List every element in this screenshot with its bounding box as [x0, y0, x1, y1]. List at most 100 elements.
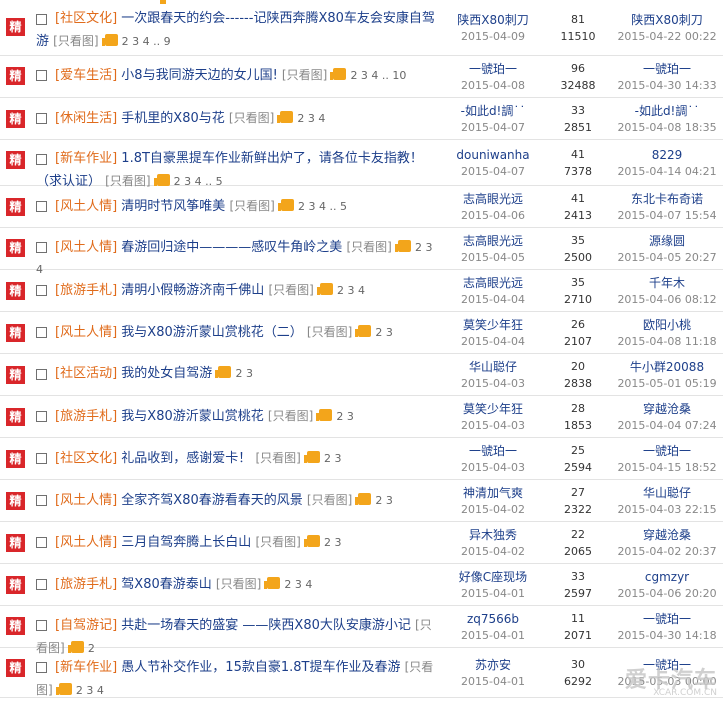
thread-row[interactable]: 精[社区文化] 一次跟春天的约会------记陕西奔腾X80车友会安康自驾游 [… — [0, 0, 723, 56]
only-images-link[interactable]: [只看图] — [53, 34, 98, 48]
only-images-link[interactable]: [只看图] — [268, 283, 313, 297]
last-reply-user-link[interactable]: 穿越沧桑 — [612, 401, 722, 417]
thread-row[interactable]: 精[旅游手札] 我与X80游沂蒙山赏桃花 [只看图] 2 3莫笑少年狂2015-… — [0, 396, 723, 438]
thread-category-link[interactable]: [风土人情] — [55, 493, 117, 508]
last-reply-user-link[interactable]: 欧阳小桃 — [612, 317, 722, 333]
last-reply-user-link[interactable]: 穿越沧桑 — [612, 527, 722, 543]
thread-category-link[interactable]: [旅游手札] — [55, 409, 117, 424]
author-link[interactable]: 苏亦安 — [440, 657, 546, 673]
only-images-link[interactable]: [只看图] — [255, 451, 300, 465]
author-link[interactable]: 志高眼光远 — [440, 275, 546, 291]
thread-category-link[interactable]: [风土人情] — [55, 325, 117, 340]
thread-category-link[interactable]: [社区文化] — [55, 451, 117, 466]
thread-category-link[interactable]: [休闲生活] — [55, 111, 117, 126]
thread-title-link[interactable]: 驾X80春游泰山 — [121, 577, 211, 592]
last-reply-user-link[interactable]: 陕西X80刺刀 — [612, 12, 722, 28]
author-link[interactable]: 异木独秀 — [440, 527, 546, 543]
only-images-link[interactable]: [只看图] — [229, 199, 274, 213]
only-images-link[interactable]: [只看图] — [255, 535, 300, 549]
last-reply-user-link[interactable]: 牛小群20088 — [612, 359, 722, 375]
author-link[interactable]: 陕西X80刺刀 — [440, 12, 546, 28]
thread-category-link[interactable]: [风土人情] — [55, 535, 117, 550]
author-link[interactable]: zq7566b — [440, 611, 546, 627]
thread-category-link[interactable]: [旅游手札] — [55, 577, 117, 592]
thread-row[interactable]: 精[爱车生活] 小8与我同游天边的女儿国! [只看图] 2 3 4 .. 10一… — [0, 56, 723, 98]
thread-row[interactable]: 精[旅游手札] 驾X80春游泰山 [只看图] 2 3 4好像C座现场2015-0… — [0, 564, 723, 606]
thread-row[interactable]: 精[风土人情] 三月自驾奔腾上长白山 [只看图] 2 3异木独秀2015-04-… — [0, 522, 723, 564]
page-links[interactable]: 2 3 4 .. 10 — [350, 69, 406, 82]
only-images-link[interactable]: [只看图] — [307, 325, 352, 339]
only-images-link[interactable]: [只看图] — [216, 577, 261, 591]
thread-row[interactable]: 精[风土人情] 春游回归途中————感叹牛角岭之美 [只看图] 2 3 4志高眼… — [0, 228, 723, 270]
thread-category-link[interactable]: [爱车生活] — [55, 68, 117, 83]
thread-title-link[interactable]: 清明时节风筝唯美 — [121, 199, 225, 214]
thread-category-link[interactable]: [自驾游记] — [55, 618, 117, 633]
thread-category-link[interactable]: [新车作业] — [55, 660, 117, 675]
thread-row[interactable]: 精[风土人情] 我与X80游沂蒙山赏桃花（二） [只看图] 2 3莫笑少年狂20… — [0, 312, 723, 354]
last-reply-user-link[interactable]: 8229 — [612, 147, 722, 163]
thread-category-link[interactable]: [旅游手札] — [55, 283, 117, 298]
page-links[interactable]: 2 3 — [324, 452, 342, 465]
thread-row[interactable]: 精[社区文化] 礼品收到，感谢爱卡！ [只看图] 2 3一號珀一2015-04-… — [0, 438, 723, 480]
author-link[interactable]: 莫笑少年狂 — [440, 317, 546, 333]
last-reply-user-link[interactable]: cgmzyr — [612, 569, 722, 585]
thread-row[interactable]: 精[休闲生活] 手机里的X80与花 [只看图] 2 3 4-如此d!調˙˙201… — [0, 98, 723, 140]
only-images-link[interactable]: [只看图] — [346, 240, 391, 254]
thread-title-link[interactable]: 礼品收到，感谢爱卡！ — [121, 451, 251, 466]
page-links[interactable]: 2 3 4 .. 5 — [298, 200, 347, 213]
thread-row[interactable]: 精[风土人情] 清明时节风筝唯美 [只看图] 2 3 4 .. 5志高眼光远20… — [0, 186, 723, 228]
thread-title-link[interactable]: 我的处女自驾游 — [121, 366, 212, 381]
thread-category-link[interactable]: [新车作业] — [55, 151, 117, 166]
thread-title-link[interactable]: 小8与我同游天边的女儿国! — [121, 68, 277, 83]
last-reply-user-link[interactable]: -如此d!調˙˙ — [612, 103, 722, 119]
thread-title-link[interactable]: 清明小假畅游济南千佛山 — [121, 283, 264, 298]
only-images-link[interactable]: [只看图] — [307, 493, 352, 507]
thread-title-link[interactable]: 全家齐驾X80春游看春天的风景 — [121, 493, 302, 508]
page-links[interactable]: 2 3 — [235, 367, 253, 380]
author-link[interactable]: 一號珀一 — [440, 443, 546, 459]
author-link[interactable]: 华山聪仔 — [440, 359, 546, 375]
only-images-link[interactable]: [只看图] — [282, 68, 327, 82]
last-reply-user-link[interactable]: 一號珀一 — [612, 61, 722, 77]
author-link[interactable]: 神清加气爽 — [440, 485, 546, 501]
author-link[interactable]: 志高眼光远 — [440, 191, 546, 207]
thread-title-link[interactable]: 愚人节补交作业，15款自豪1.8T提车作业及春游 — [121, 660, 400, 675]
page-links[interactable]: 2 3 4 — [76, 684, 104, 697]
author-link[interactable]: 好像C座现场 — [440, 569, 546, 585]
author-link[interactable]: -如此d!調˙˙ — [440, 103, 546, 119]
page-links[interactable]: 2 3 4 — [284, 578, 312, 591]
page-links[interactable]: 2 3 — [375, 494, 393, 507]
thread-title-link[interactable]: 手机里的X80与花 — [121, 111, 224, 126]
last-reply-user-link[interactable]: 源缘圆 — [612, 233, 722, 249]
thread-title-link[interactable]: 共赴一场春天的盛宴 ——陕西X80大队安康游小记 — [121, 618, 411, 633]
last-reply-user-link[interactable]: 东北卡布奇诺 — [612, 191, 722, 207]
page-links[interactable]: 2 3 4 — [337, 284, 365, 297]
thread-title-link[interactable]: 我与X80游沂蒙山赏桃花 — [121, 409, 263, 424]
thread-title-link[interactable]: 三月自驾奔腾上长白山 — [121, 535, 251, 550]
author-link[interactable]: 莫笑少年狂 — [440, 401, 546, 417]
last-reply-user-link[interactable]: 一號珀一 — [612, 443, 722, 459]
last-reply-user-link[interactable]: 华山聪仔 — [612, 485, 722, 501]
last-reply-user-link[interactable]: 一號珀一 — [612, 611, 722, 627]
author-link[interactable]: douniwanha — [440, 147, 546, 163]
thread-row[interactable]: 精[自驾游记] 共赴一场春天的盛宴 ——陕西X80大队安康游小记 [只看图] 2… — [0, 606, 723, 648]
thread-category-link[interactable]: [风土人情] — [55, 240, 117, 255]
page-links[interactable]: 2 3 — [324, 536, 342, 549]
thread-category-link[interactable]: [风土人情] — [55, 199, 117, 214]
thread-category-link[interactable]: [社区活动] — [55, 366, 117, 381]
thread-row[interactable]: 精[社区活动] 我的处女自驾游 2 3华山聪仔2015-04-03202838牛… — [0, 354, 723, 396]
author-link[interactable]: 一號珀一 — [440, 61, 546, 77]
page-links[interactable]: 2 3 4 — [297, 112, 325, 125]
thread-title-link[interactable]: 春游回归途中————感叹牛角岭之美 — [121, 240, 342, 255]
only-images-link[interactable]: [只看图] — [229, 111, 274, 125]
thread-title-link[interactable]: 我与X80游沂蒙山赏桃花（二） — [121, 325, 302, 340]
author-link[interactable]: 志高眼光远 — [440, 233, 546, 249]
thread-row[interactable]: 精[风土人情] 全家齐驾X80春游看春天的风景 [只看图] 2 3神清加气爽20… — [0, 480, 723, 522]
page-links[interactable]: 2 3 — [375, 326, 393, 339]
thread-category-link[interactable]: [社区文化] — [55, 11, 117, 26]
only-images-link[interactable]: [只看图] — [268, 409, 313, 423]
thread-row[interactable]: 精[新车作业] 愚人节补交作业，15款自豪1.8T提车作业及春游 [只看图] 2… — [0, 648, 723, 698]
page-links[interactable]: 2 3 — [336, 410, 354, 423]
thread-row[interactable]: 精[旅游手札] 清明小假畅游济南千佛山 [只看图] 2 3 4志高眼光远2015… — [0, 270, 723, 312]
page-links[interactable]: 2 3 4 .. 9 — [122, 35, 171, 48]
